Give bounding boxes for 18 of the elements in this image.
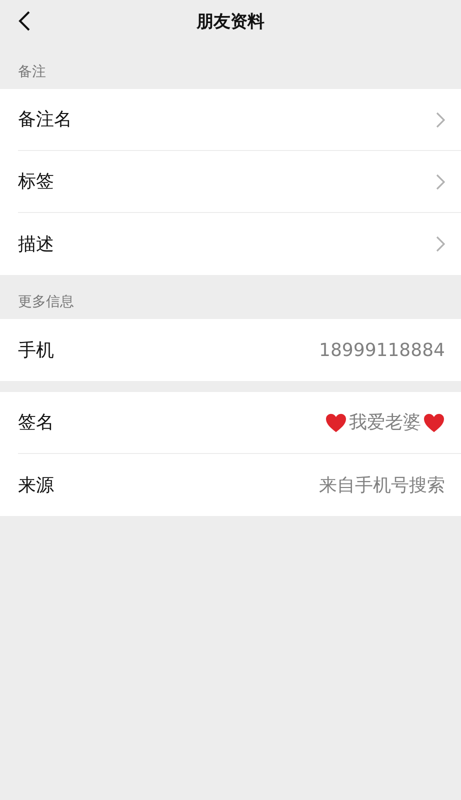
section-label: 更多信息 — [18, 293, 74, 312]
row-label: 描述 — [18, 232, 55, 256]
row-label: 手机 — [18, 338, 55, 362]
chevron-icon — [436, 112, 445, 128]
row-label: 来源 — [18, 474, 55, 498]
row-label: 标签 — [18, 170, 55, 194]
row-label: 签名 — [18, 411, 55, 435]
chevron-icon — [436, 174, 445, 190]
row-value: 我爱老婆 — [349, 411, 421, 435]
back-icon[interactable] — [18, 11, 30, 31]
row-value: 18999118884 — [319, 338, 445, 362]
chevron-icon — [436, 236, 445, 252]
row-value: 来自手机号搜索 — [319, 474, 445, 498]
row-label: 备注名 — [18, 108, 73, 132]
heart-icon — [325, 412, 347, 432]
page-title: 朋友资料 — [196, 10, 264, 34]
section-label: 备注 — [18, 63, 46, 82]
heart-icon — [423, 412, 445, 432]
